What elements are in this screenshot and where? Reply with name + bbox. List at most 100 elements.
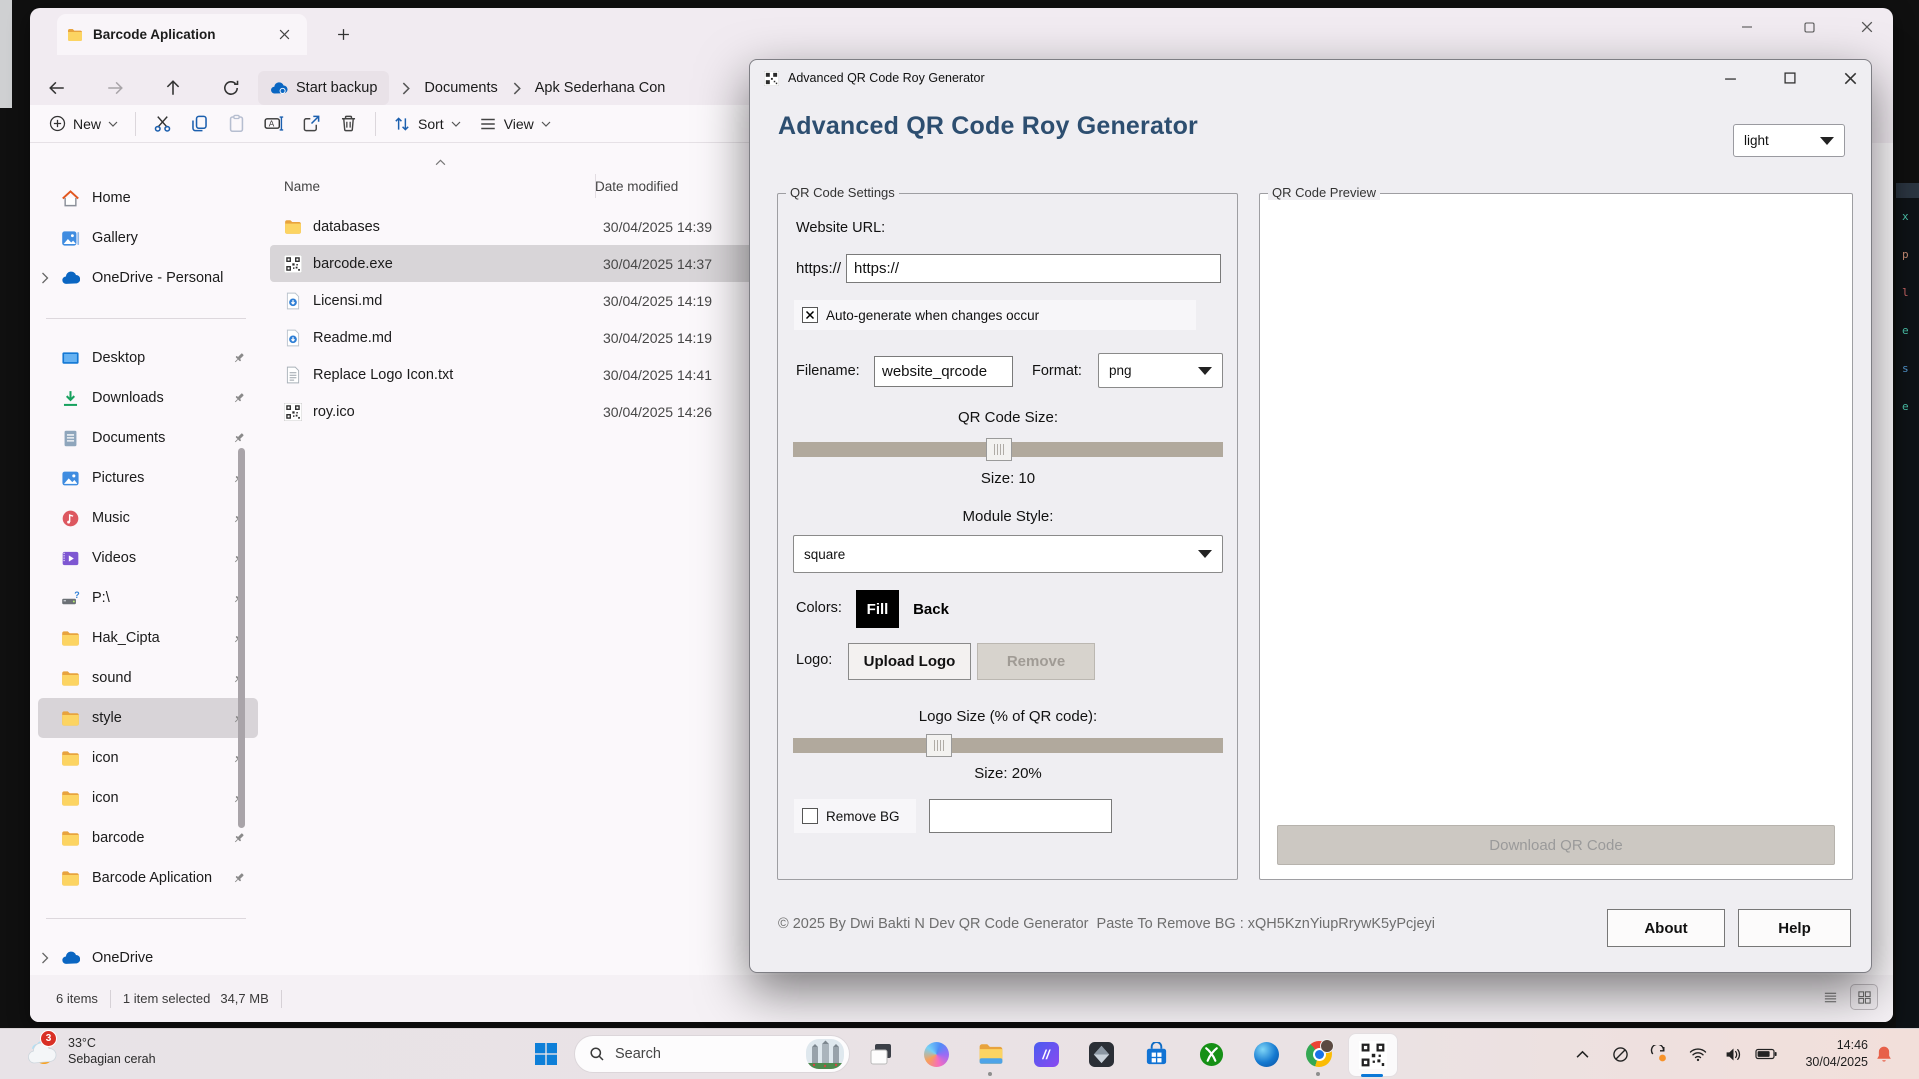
dialog-minimize-button[interactable] (1708, 63, 1752, 93)
notification-bell-button[interactable] (1872, 1043, 1896, 1065)
sidebar-item[interactable]: ? (38, 898, 258, 938)
slider-handle[interactable] (986, 438, 1012, 461)
sidebar-item[interactable]: ? OneDrive - Personal (38, 258, 258, 298)
logo-size-slider[interactable] (793, 738, 1223, 753)
sync-update-icon[interactable] (1646, 1043, 1670, 1065)
new-button[interactable]: New (40, 108, 127, 140)
sidebar-item[interactable]: ? Barcode Aplication (38, 858, 258, 898)
blocked-circle-icon[interactable] (1608, 1043, 1632, 1065)
nav-forward-button[interactable] (96, 70, 134, 106)
large-icons-view-toggle[interactable] (1851, 985, 1877, 1009)
breadcrumb-current-folder[interactable]: Apk Sederhana Con (529, 80, 672, 96)
theme-select[interactable]: light (1733, 124, 1845, 157)
download-qr-button[interactable]: Download QR Code (1277, 825, 1835, 865)
file-row[interactable]: barcode.exe 30/04/2025 14:37 (270, 245, 790, 282)
slashes-app-button[interactable]: // (1032, 1040, 1060, 1068)
dialog-titlebar[interactable]: Advanced QR Code Roy Generator (750, 60, 1871, 96)
qr-generator-app-button[interactable] (1348, 1033, 1398, 1077)
qr-size-slider[interactable] (793, 442, 1223, 457)
delete-button[interactable] (330, 108, 367, 140)
help-button[interactable]: Help (1738, 909, 1851, 947)
sidebar-item[interactable]: ? icon (38, 738, 258, 778)
explorer-tab[interactable]: Barcode Aplication (57, 14, 307, 55)
new-tab-button[interactable] (330, 21, 356, 47)
search-box[interactable]: Search (574, 1035, 850, 1073)
back-color-button[interactable]: Back (905, 590, 957, 628)
about-button[interactable]: About (1607, 909, 1725, 947)
file-explorer-button[interactable] (977, 1040, 1005, 1068)
rename-button[interactable]: A (255, 108, 293, 140)
remove-logo-button[interactable]: Remove (977, 643, 1095, 680)
remove-bg-checkbox[interactable] (802, 808, 818, 824)
column-divider[interactable] (595, 174, 596, 198)
website-url-input[interactable] (846, 254, 1221, 283)
sidebar-item[interactable]: ? Pictures (38, 458, 258, 498)
copy-button[interactable] (181, 108, 218, 140)
sidebar-item[interactable]: ? Documents (38, 418, 258, 458)
paste-button[interactable] (218, 108, 255, 140)
file-row[interactable]: Readme.md 30/04/2025 14:19 (270, 319, 790, 356)
dark-prism-app-button[interactable] (1087, 1040, 1115, 1068)
view-button[interactable]: View (470, 108, 560, 140)
sidebar-item[interactable]: ? OneDrive (38, 938, 258, 975)
dialog-heading: Advanced QR Code Roy Generator (778, 112, 1198, 141)
weather-widget[interactable]: 3 33°C Sebagian cerah (24, 1033, 156, 1069)
xbox-button[interactable] (1197, 1040, 1225, 1068)
sidebar-item[interactable]: ? sound (38, 658, 258, 698)
nav-up-button[interactable] (154, 70, 192, 106)
explorer-close-button[interactable] (1846, 12, 1888, 42)
sort-button[interactable]: Sort (384, 108, 470, 140)
sidebar-item[interactable]: ? icon (38, 778, 258, 818)
column-header-date-modified[interactable]: Date modified (595, 179, 678, 194)
nav-back-button[interactable] (38, 70, 76, 106)
share-button[interactable] (293, 108, 330, 140)
upload-logo-button[interactable]: Upload Logo (848, 643, 971, 680)
sidebar-item[interactable]: ? Home (38, 178, 258, 218)
autogen-checkbox[interactable] (802, 307, 818, 323)
sidebar-scrollbar[interactable] (238, 448, 245, 828)
module-style-select[interactable]: square (793, 535, 1223, 573)
breadcrumb-chip-start-backup[interactable]: Start backup (258, 71, 389, 105)
file-row[interactable]: databases 30/04/2025 14:39 (270, 208, 790, 245)
file-row[interactable]: roy.ico 30/04/2025 14:26 (270, 393, 790, 430)
clock[interactable]: 14:46 30/04/2025 (1790, 1037, 1868, 1071)
dialog-maximize-button[interactable] (1768, 63, 1812, 93)
tab-close-button[interactable] (271, 22, 297, 48)
sidebar-item[interactable]: ? (38, 298, 258, 338)
column-header-name[interactable]: Name (270, 179, 595, 194)
explorer-minimize-button[interactable] (1726, 12, 1768, 42)
microsoft-store-button[interactable] (1142, 1040, 1170, 1068)
wifi-icon[interactable] (1686, 1043, 1710, 1065)
sidebar-item[interactable]: ? Hak_Cipta (38, 618, 258, 658)
cut-button[interactable] (144, 108, 181, 140)
breadcrumb-documents[interactable]: Documents (418, 80, 503, 96)
sidebar-item[interactable]: ? Downloads (38, 378, 258, 418)
details-view-toggle[interactable] (1817, 985, 1843, 1009)
sidebar-item[interactable]: ? Desktop (38, 338, 258, 378)
explorer-maximize-button[interactable] (1788, 12, 1830, 42)
edge-button[interactable] (1252, 1040, 1280, 1068)
nav-refresh-button[interactable] (212, 70, 250, 106)
sidebar-item[interactable]: ? P:\ (38, 578, 258, 618)
sidebar-item[interactable]: ? Videos (38, 538, 258, 578)
sidebar-item[interactable]: ? style (38, 698, 258, 738)
file-row[interactable]: Replace Logo Icon.txt 30/04/2025 14:41 (270, 356, 790, 393)
filename-input[interactable] (874, 356, 1013, 387)
chrome-button[interactable] (1305, 1040, 1333, 1068)
file-row[interactable]: Licensi.md 30/04/2025 14:19 (270, 282, 790, 319)
format-select[interactable]: png (1098, 353, 1223, 388)
slider-handle[interactable] (926, 734, 952, 757)
dialog-close-button[interactable] (1828, 63, 1872, 93)
start-button[interactable] (532, 1040, 560, 1068)
tray-chevron-up-button[interactable] (1570, 1043, 1594, 1065)
sidebar-item[interactable]: ? Music (38, 498, 258, 538)
remove-bg-input[interactable] (929, 799, 1112, 833)
fill-color-button[interactable]: Fill (856, 590, 899, 628)
sidebar-item[interactable]: ? barcode (38, 818, 258, 858)
task-view-button[interactable] (867, 1040, 895, 1068)
sidebar-item[interactable]: ? Gallery (38, 218, 258, 258)
volume-icon[interactable] (1721, 1043, 1745, 1065)
battery-icon[interactable] (1754, 1043, 1778, 1065)
url-prefix-label: https:// (796, 260, 841, 277)
copilot-button[interactable] (922, 1040, 950, 1068)
